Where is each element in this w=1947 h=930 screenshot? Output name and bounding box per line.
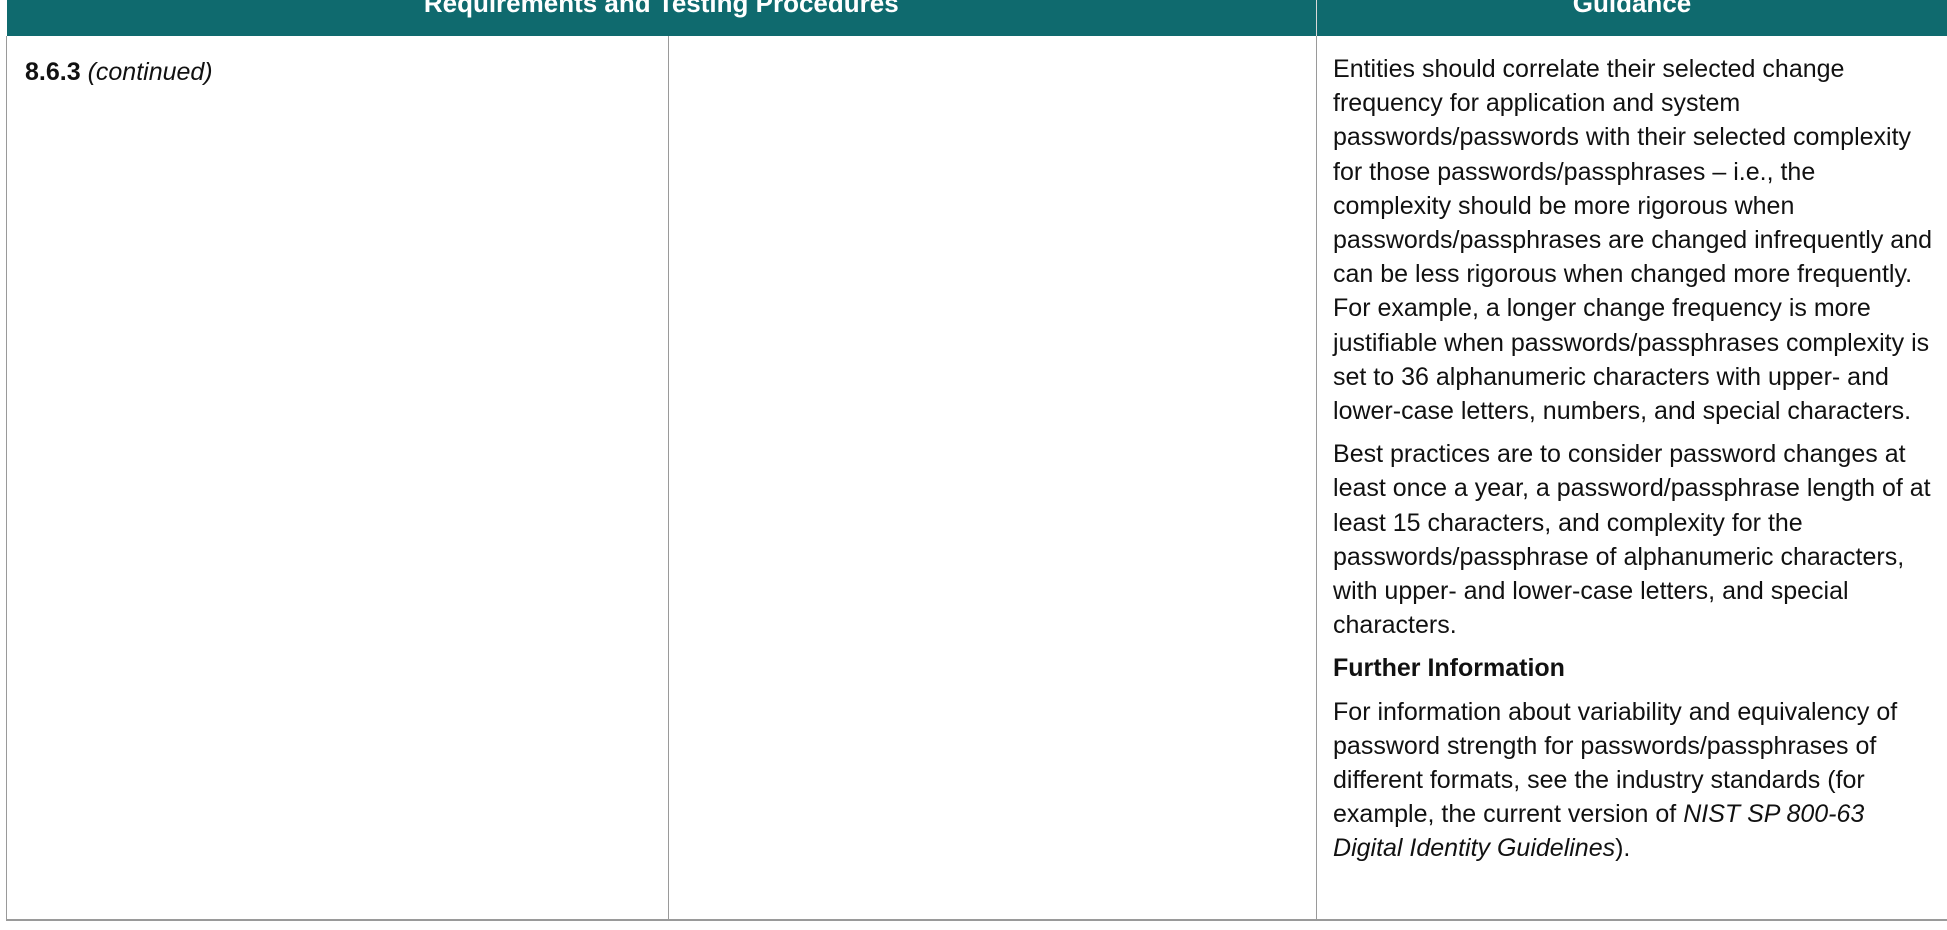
header-guidance: Guidance <box>1316 0 1947 36</box>
requirement-id: 8.6.3 <box>25 58 81 86</box>
requirements-table: Requirements and Testing Procedures Guid… <box>6 0 1947 921</box>
requirement-cell: 8.6.3 (continued) <box>6 36 669 921</box>
table-row: 8.6.3 (continued) Entities should correl… <box>6 36 1947 921</box>
further-information-heading: Further Information <box>1333 654 1565 683</box>
testing-procedures-cell <box>667 36 1318 921</box>
paragraph-3-closing: ). <box>1615 834 1631 863</box>
header-requirements-testing-label: Requirements and Testing Procedures <box>423 0 899 18</box>
requirement-continued-label: (continued) <box>87 58 213 86</box>
guidance-paragraph-2: Best practices are to consider password … <box>1333 440 1931 640</box>
document-page: Requirements and Testing Procedures Guid… <box>0 0 1947 930</box>
header-guidance-label: Guidance <box>1572 0 1692 18</box>
guidance-paragraph-1: Entities should correlate their selected… <box>1333 55 1933 426</box>
guidance-cell: Entities should correlate their selected… <box>1316 36 1947 921</box>
guidance-paragraph-3: For information about variability and eq… <box>1333 695 1937 866</box>
table-header-row: Requirements and Testing Procedures Guid… <box>6 0 1947 36</box>
header-requirements-testing: Requirements and Testing Procedures <box>6 0 1318 36</box>
